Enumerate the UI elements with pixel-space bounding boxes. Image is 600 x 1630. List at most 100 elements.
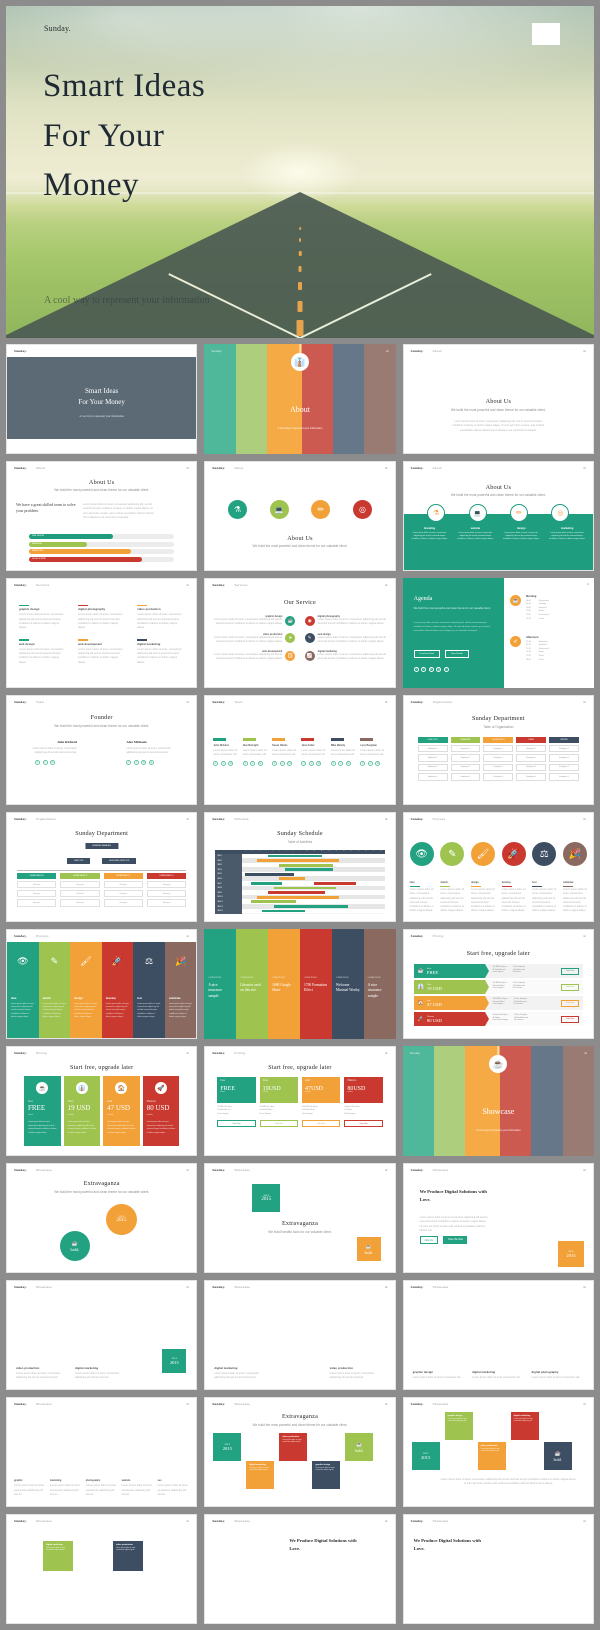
slide-thumb-our-service[interactable]: Sunday. Services ⊞ Our Service graphic d… [204, 578, 396, 688]
team-member[interactable]: Alex Burnight Lorem ipsum dolor sit amet… [242, 738, 269, 766]
twitter-icon[interactable]: t [42, 760, 48, 766]
slide-thumb-showcase-cover[interactable]: ☕ Showcase A cool way to represent your … [402, 1046, 594, 1156]
slide-thumb-pricing-white[interactable]: Sunday. Pricing ⊞ Start free, upgrade la… [204, 1046, 396, 1156]
facebook-icon[interactable]: f [360, 761, 366, 766]
slide-thumb-captions-left[interactable]: Sunday. Showcase ⊞ SINCE 2015 video prod… [6, 1280, 198, 1390]
square-tile-teal[interactable]: SINCE 2015 [252, 1184, 281, 1212]
service-row[interactable]: web development Lorem ipsum dolor sit am… [213, 650, 296, 662]
pricing-ribbon[interactable]: 👔 Silver 19 USD 500 MB Disk Space Unlimite… [413, 980, 583, 994]
slide-thumb-captions-five[interactable]: Sunday. Showcase ⊞ graphic Lorem ipsum d… [6, 1397, 198, 1507]
mosaic-tile[interactable]: SINCE 2015 [411, 1442, 440, 1470]
pricing-ribbon[interactable]: ☕ Basic FREE 500 MB Disk Space 50 Videos A… [413, 964, 583, 978]
process-stripe[interactable]: 👁 idea Lorem ipsum dolor sit amet, conse… [7, 942, 39, 1038]
sketch-icon[interactable]: ✎ [440, 842, 465, 866]
view-site-button[interactable]: View the Site [443, 1236, 468, 1245]
quote-stripe[interactable]: LOREM IPSUM Welcome Minimal Worthy [331, 929, 364, 1039]
process-stripe[interactable]: ⚖ test Lorem ipsum dolor sit amet, conse… [133, 942, 165, 1038]
pencil-icon[interactable]: ✏ [311, 500, 331, 519]
pricing-card[interactable]: Free FREE forever 500 MB Disk Space 50 V… [217, 1077, 256, 1128]
service-item[interactable]: web design Lorem ipsum dolor sit amet, c… [19, 639, 66, 664]
laptop-icon[interactable]: 💻 [468, 504, 487, 522]
slide-thumb-extravaganza-circles[interactable]: Sunday. Showcase ⊞ Extravaganza We build… [6, 1163, 198, 1273]
square-tile-orange[interactable]: ☕ bold. [356, 1237, 381, 1261]
linkedin-icon[interactable]: in [141, 760, 147, 766]
square-tile-orange[interactable]: SINCE 2015 [557, 1241, 584, 1267]
slide-thumb-pricing-colored[interactable]: Sunday. Pricing ⊞ Start free, upgrade la… [6, 1046, 198, 1156]
twitter-icon[interactable]: t [133, 760, 139, 766]
order-now-button[interactable]: Order Now [560, 967, 579, 975]
pricing-ribbon[interactable]: 🚀 Platinum 80 USD Unlimited Disk Space 4K … [413, 1012, 583, 1026]
twitter-icon[interactable]: t [250, 761, 256, 766]
slide-thumb-team[interactable]: Sunday. Team ⊞ John Richard Lorem ipsum … [204, 695, 396, 805]
mosaic-tile[interactable]: video production Lorem ipsum dolor sit a… [279, 1433, 308, 1461]
order-now-button[interactable]: Order Now [560, 1015, 579, 1023]
pricing-card[interactable]: Platinum 80USD monthly Unlimited Disk Sp… [344, 1077, 383, 1128]
slide-thumb-about-four-circles[interactable]: Sunday. About ⊞ ⚗ 💻 ✏ ◎ About Us We buil… [204, 461, 396, 571]
slide-thumb-gantt[interactable]: Sunday. Schedule ⊞ Sunday Schedule Table… [204, 812, 396, 922]
slide-thumb-mosaic-c[interactable]: Sunday. Showcase ⊞ digital marketing Lor… [6, 1514, 198, 1624]
slide-thumb-pricing-ribbons[interactable]: Sunday. Pricing ⊞ Start free, upgrade la… [402, 929, 594, 1039]
order-now-button[interactable]: Order Now [560, 983, 579, 991]
facebook-icon[interactable]: f [35, 760, 40, 766]
process-stripe[interactable]: 🖌 design Lorem ipsum dolor sit amet, con… [70, 942, 102, 1038]
quote-stripe[interactable]: LOREM IPSUM A nice insurance sample [204, 929, 237, 1039]
eye-icon[interactable]: 👁 [409, 842, 434, 866]
process-stripe[interactable]: 🎉 celebrate Lorem ipsum dolor sit amet, … [164, 942, 197, 1038]
slide-thumb-org-chart[interactable]: Sunday. Organization ⊞ Sunday Department… [6, 812, 198, 922]
order-now-button[interactable]: Order Now [560, 999, 579, 1007]
linkedin-icon[interactable]: in [257, 761, 263, 766]
service-row[interactable]: ◉ digital photography Lorem ipsum dolor … [304, 615, 387, 627]
slide-thumb-about-cover[interactable]: 👔 About A cool way to represent your inf… [204, 344, 396, 454]
twitter-icon[interactable]: t [308, 761, 314, 766]
mosaic-tile[interactable]: SINCE 2015 [213, 1433, 242, 1461]
twitter-icon[interactable]: t [338, 761, 344, 766]
mosaic-tile[interactable]: video production Lorem ipsum dolor sit a… [477, 1442, 506, 1470]
facebook-icon[interactable]: f [272, 761, 278, 766]
flask-icon[interactable]: ⚗ [227, 500, 247, 519]
order-now-button[interactable]: Order Now [259, 1120, 298, 1128]
twitter-icon[interactable]: t [367, 761, 373, 766]
linkedin-icon[interactable]: in [375, 761, 381, 766]
order-now-button[interactable]: Order Now [344, 1120, 383, 1128]
pricing-card[interactable]: 🏠 Gold 47 USD monthly Lorem ipsum dolor … [103, 1076, 140, 1146]
circle-tile-orange[interactable]: SINCE 2015 [106, 1204, 137, 1235]
slide-thumb-digital-solutions-c[interactable]: Sunday. Showcase ⊞ We Produce Digital So… [402, 1514, 594, 1624]
mosaic-tile[interactable]: video production Lorem ipsum dolor sit a… [113, 1541, 143, 1571]
service-row[interactable]: ✎ web design Lorem ipsum dolor sit amet,… [304, 633, 387, 645]
view-details-button[interactable]: View Details [444, 650, 469, 658]
team-member[interactable]: Jane Cutler Lorem ipsum dolor sit amet c… [301, 738, 327, 766]
scale-icon[interactable]: ⚖ [532, 842, 557, 866]
slide-thumb-mosaic-b[interactable]: Sunday. Showcase ⊞ graphic design Lorem … [402, 1397, 594, 1507]
slide-thumb-quote-stripes[interactable]: LOREM IPSUM A nice insurance sample LORE… [204, 929, 396, 1039]
mosaic-tile[interactable]: digital marketing Lorem ipsum dolor sit … [246, 1461, 275, 1489]
facebook-icon[interactable]: f [126, 760, 132, 766]
twitter-icon[interactable]: t [220, 761, 226, 766]
order-now-button[interactable]: Order Now [301, 1120, 341, 1128]
linkedin-icon[interactable]: in [287, 761, 293, 766]
linkedin-icon[interactable]: in [345, 761, 351, 766]
facebook-icon[interactable]: f [213, 761, 219, 766]
slide-thumb-captions-three[interactable]: Sunday. Showcase ⊞ graphic design Lorem … [402, 1280, 594, 1390]
service-item[interactable]: video production Lorem ipsum dolor sit a… [137, 605, 184, 630]
team-member[interactable]: Susan Oberle Lorem ipsum dolor sit amet … [272, 738, 298, 766]
service-item[interactable]: graphic design Lorem ipsum dolor sit ame… [19, 605, 66, 630]
service-row[interactable]: 📈 digital marketing Lorem ipsum dolor si… [304, 650, 387, 662]
google-icon[interactable]: g [436, 667, 442, 672]
founder-card[interactable]: John Richard Lorem ipsum dolor sit amet,… [21, 740, 77, 766]
hire-us-button[interactable]: Hire Us [419, 1236, 439, 1245]
laptop-icon[interactable]: 💻 [269, 500, 289, 519]
order-now-button[interactable]: Order Now [217, 1120, 256, 1128]
purchase-now-button[interactable]: Purchase Now [413, 650, 440, 658]
service-item[interactable]: web development Lorem ipsum dolor sit am… [78, 639, 125, 664]
slide-thumb-about-circles-teal[interactable]: Sunday. About ⊞ About Us We build the mo… [402, 461, 594, 571]
slide-thumb-founder[interactable]: Sunday. Team ⊞ Founder We build the most… [6, 695, 198, 805]
mosaic-tile[interactable]: ☕ bold. [345, 1433, 374, 1461]
quote-stripe[interactable]: LOREM IPSUM 1600 Google Share [268, 929, 300, 1039]
linkedin-icon[interactable]: in [316, 761, 322, 766]
twitter-icon[interactable]: t [279, 761, 285, 766]
rss-icon[interactable]: r [443, 667, 449, 672]
slide-thumb-about-skillbars[interactable]: Sunday. About ⊞ About Us We build the mo… [6, 461, 198, 571]
quote-stripe[interactable]: LOREM IPSUM 1700 Formation Effect [300, 929, 332, 1039]
rocket-icon[interactable]: 🚀 [501, 842, 526, 866]
service-row[interactable]: graphic design Lorem ipsum dolor sit ame… [213, 615, 296, 627]
